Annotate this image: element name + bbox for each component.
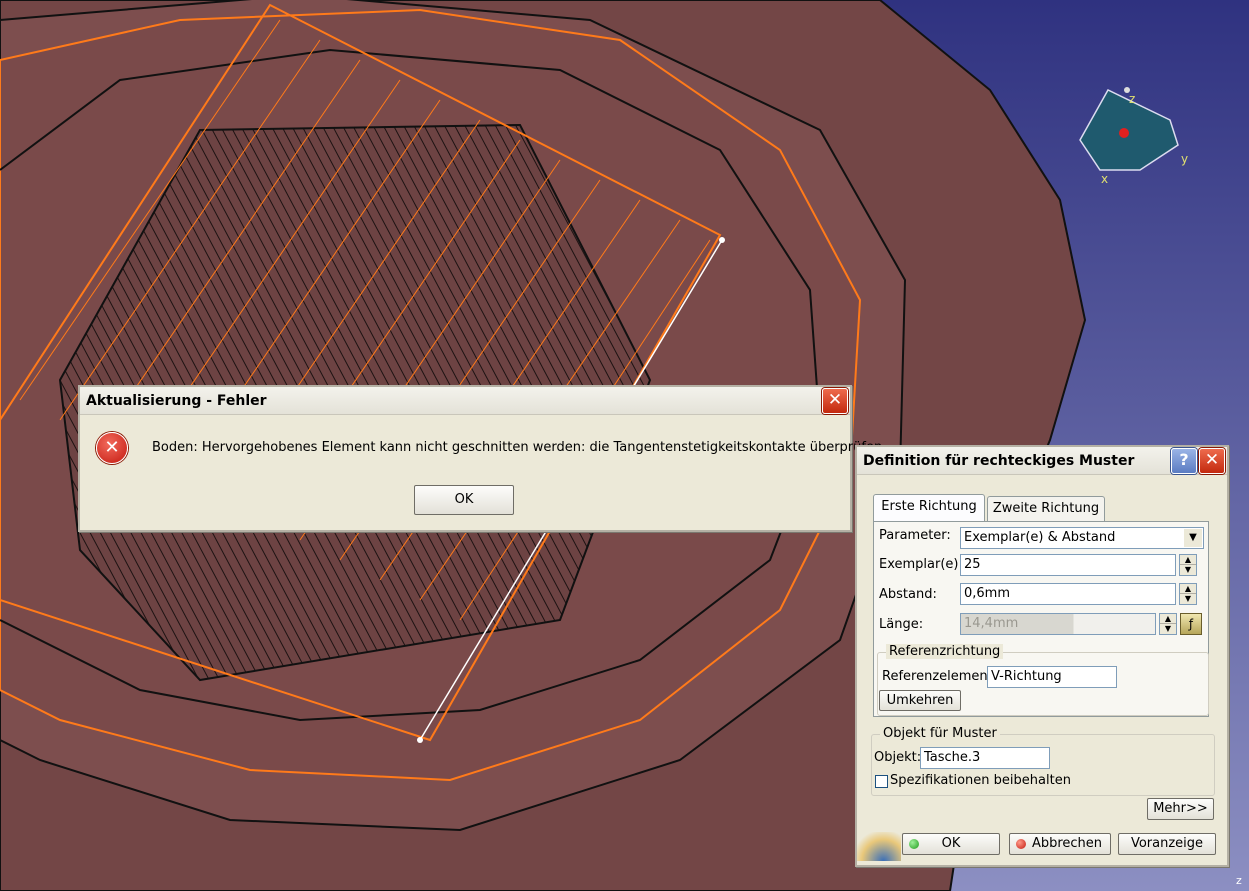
ref-element-field[interactable]: V-Richtung bbox=[987, 666, 1117, 688]
compass-y-label: y bbox=[1181, 152, 1188, 166]
chevron-down-icon[interactable]: ▼ bbox=[1184, 529, 1202, 547]
pattern-dialog-title: Definition für rechteckiges Muster bbox=[863, 452, 1135, 469]
formula-icon[interactable]: ƒ bbox=[1180, 613, 1202, 635]
object-label: Objekt: bbox=[874, 750, 922, 765]
object-group-title: Objekt für Muster bbox=[880, 726, 1000, 741]
spacing-label: Abstand: bbox=[879, 587, 937, 602]
length-input: 14,4mm bbox=[960, 613, 1156, 635]
error-dialog-titlebar[interactable]: Aktualisierung - Fehler bbox=[80, 387, 850, 415]
tab-second-direction[interactable]: Zweite Richtung bbox=[987, 496, 1105, 522]
ok-button[interactable]: OK bbox=[902, 833, 1000, 855]
compass-center bbox=[1119, 128, 1129, 138]
compass-x-label: x bbox=[1101, 172, 1108, 186]
cancel-button[interactable]: Abbrechen bbox=[1009, 833, 1111, 855]
instances-label: Exemplar(e): bbox=[879, 557, 963, 572]
dialog-decoration-globe bbox=[857, 832, 901, 861]
compass-z-label: z bbox=[1129, 92, 1135, 106]
pattern-dialog: Definition für rechteckiges Muster ? ✕ E… bbox=[855, 445, 1229, 867]
error-message: Boden: Hervorgehobenes Element kann nich… bbox=[152, 440, 887, 455]
cancel-button-label: Abbrechen bbox=[1031, 836, 1103, 851]
more-button[interactable]: Mehr>> bbox=[1147, 798, 1214, 820]
spacing-stepper[interactable]: ▲ ▼ bbox=[1179, 583, 1197, 605]
cancel-status-icon bbox=[1016, 839, 1026, 849]
instances-stepper[interactable]: ▲ ▼ bbox=[1179, 554, 1197, 576]
spacing-input[interactable]: 0,6mm bbox=[960, 583, 1176, 605]
instances-input[interactable]: 25 bbox=[960, 554, 1176, 576]
error-dialog: Aktualisierung - Fehler ✕ ✕ Boden: Hervo… bbox=[78, 385, 886, 532]
keep-spec-checkbox[interactable] bbox=[875, 775, 888, 788]
error-dialog-title: Aktualisierung - Fehler bbox=[86, 392, 267, 409]
length-stepper: ▲ ▼ bbox=[1159, 613, 1177, 635]
error-dialog-close-button[interactable]: ✕ bbox=[822, 388, 848, 414]
ref-element-label: Referenzelement: bbox=[882, 669, 998, 684]
keep-spec-label: Spezifikationen beibehalten bbox=[890, 773, 1071, 788]
corner-axis-label: z bbox=[1236, 874, 1242, 887]
ok-button-label: OK bbox=[941, 836, 961, 851]
object-field[interactable]: Tasche.3 bbox=[920, 747, 1050, 769]
preview-button[interactable]: Voranzeige bbox=[1118, 833, 1216, 855]
parameter-label: Parameter: bbox=[879, 528, 951, 543]
direction-handle-end[interactable] bbox=[719, 237, 725, 243]
pattern-dialog-close-button[interactable]: ✕ bbox=[1199, 448, 1225, 474]
direction-handle-start[interactable] bbox=[417, 737, 423, 743]
error-ok-button[interactable]: OK bbox=[414, 485, 514, 515]
tab-first-direction[interactable]: Erste Richtung bbox=[873, 494, 985, 522]
parameter-select-value: Exemplar(e) & Abstand bbox=[964, 530, 1116, 545]
pattern-dialog-help-button[interactable]: ? bbox=[1171, 448, 1197, 474]
ref-direction-group-title: Referenzrichtung bbox=[886, 644, 1004, 659]
reverse-button[interactable]: Umkehren bbox=[879, 690, 961, 711]
length-label: Länge: bbox=[879, 617, 924, 632]
error-icon: ✕ bbox=[96, 432, 128, 464]
ok-status-icon bbox=[909, 839, 919, 849]
parameter-select[interactable]: Exemplar(e) & Abstand ▼ bbox=[960, 527, 1204, 549]
